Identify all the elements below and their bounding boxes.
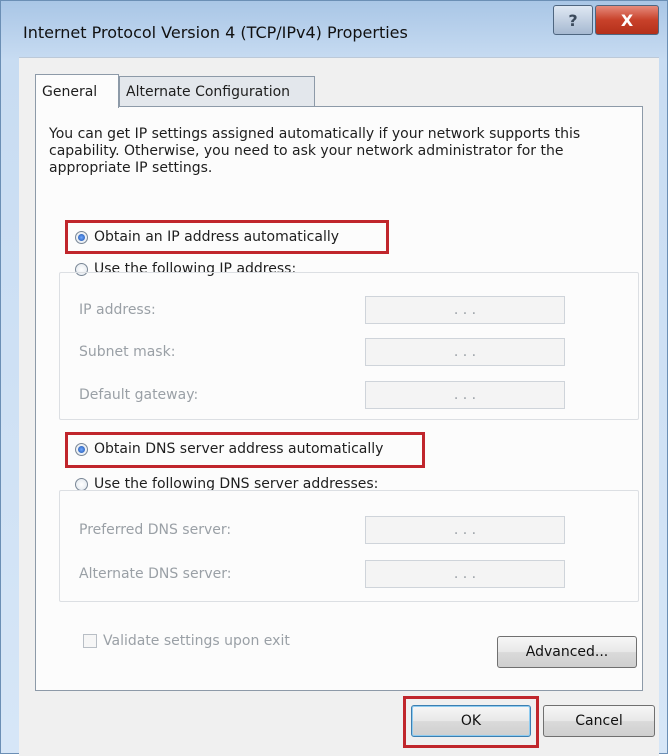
dns-auto-label: Obtain DNS server address automatically xyxy=(94,441,384,457)
subnet-mask-input[interactable]: . . . xyxy=(365,338,565,366)
close-button[interactable]: X xyxy=(595,5,659,35)
window-title: Internet Protocol Version 4 (TCP/IPv4) P… xyxy=(23,23,408,42)
validate-checkbox[interactable] xyxy=(83,634,97,648)
tab-alternate-configuration[interactable]: Alternate Configuration xyxy=(119,76,315,106)
default-gateway-label: Default gateway: xyxy=(79,387,199,403)
title-bar[interactable]: Internet Protocol Version 4 (TCP/IPv4) P… xyxy=(1,1,667,57)
help-button[interactable]: ? xyxy=(553,5,593,35)
ip-auto-radio-row[interactable]: Obtain an IP address automatically xyxy=(75,229,339,245)
advanced-button[interactable]: Advanced... xyxy=(497,636,637,668)
default-gateway-input[interactable]: . . . xyxy=(365,381,565,409)
intro-text: You can get IP settings assigned automat… xyxy=(49,126,581,176)
preferred-dns-label: Preferred DNS server: xyxy=(79,522,232,538)
ip-auto-radio[interactable] xyxy=(75,230,88,244)
dns-manual-radio[interactable] xyxy=(75,477,88,491)
tab-general[interactable]: General xyxy=(35,74,119,108)
ok-button[interactable]: OK xyxy=(411,705,531,737)
ip-address-label: IP address: xyxy=(79,302,156,318)
validate-checkbox-row[interactable]: Validate settings upon exit xyxy=(83,633,290,649)
ip-address-input[interactable]: . . . xyxy=(365,296,565,324)
radio-selected-dot xyxy=(78,445,85,453)
validate-label: Validate settings upon exit xyxy=(103,633,290,649)
dns-auto-radio-row[interactable]: Obtain DNS server address automatically xyxy=(75,441,383,457)
dialog-window: Internet Protocol Version 4 (TCP/IPv4) P… xyxy=(0,0,668,756)
subnet-mask-label: Subnet mask: xyxy=(79,344,176,360)
dialog-client-area: General Alternate Configuration You can … xyxy=(19,57,659,756)
cancel-button[interactable]: Cancel xyxy=(543,705,655,737)
alternate-dns-input[interactable]: . . . xyxy=(365,560,565,588)
preferred-dns-input[interactable]: . . . xyxy=(365,516,565,544)
dns-auto-radio[interactable] xyxy=(75,442,88,456)
alternate-dns-label: Alternate DNS server: xyxy=(79,566,232,582)
radio-selected-dot xyxy=(78,233,85,241)
ip-auto-label: Obtain an IP address automatically xyxy=(94,229,340,245)
